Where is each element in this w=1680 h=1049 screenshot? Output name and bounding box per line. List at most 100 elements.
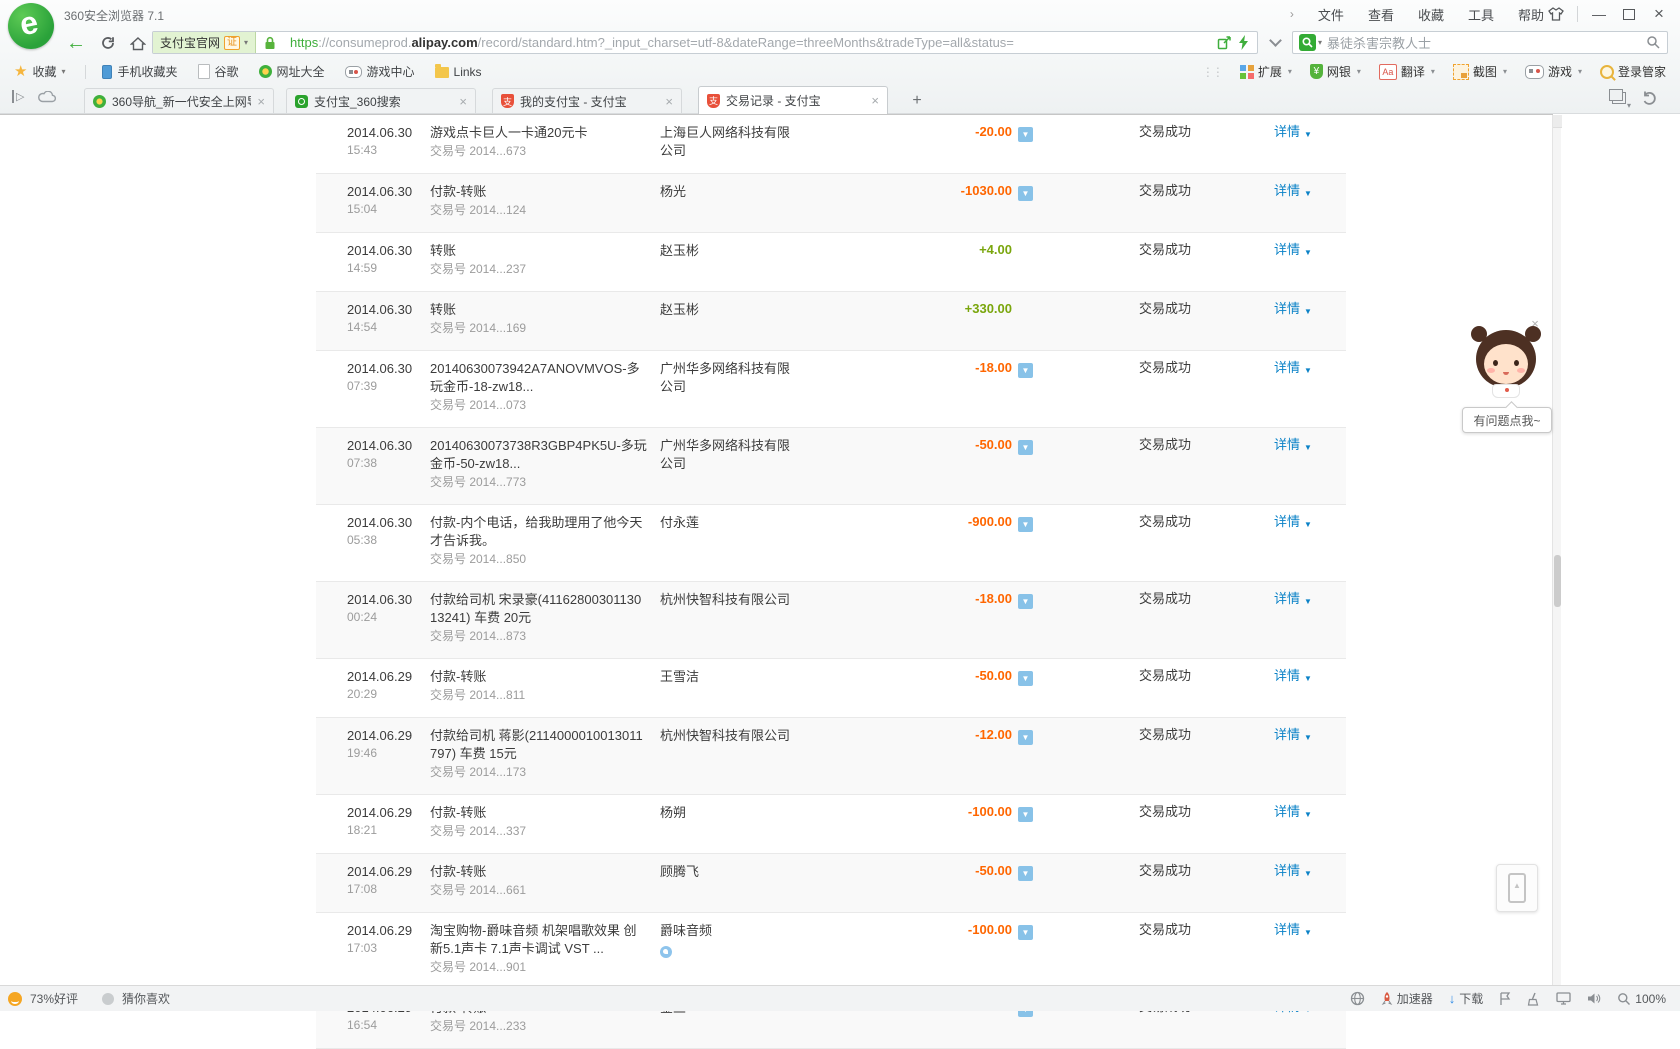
minimize-icon[interactable]: — xyxy=(1584,3,1614,25)
tab-close-icon[interactable]: × xyxy=(257,95,265,108)
scroll-up-button[interactable] xyxy=(1553,115,1562,128)
home-button[interactable] xyxy=(126,31,150,55)
share-icon[interactable] xyxy=(1217,35,1232,50)
rating-smiley-icon[interactable] xyxy=(8,991,22,1006)
accelerator-button[interactable]: 加速器 xyxy=(1381,990,1433,1007)
detail-link[interactable]: 详情 ▼ xyxy=(1274,727,1312,781)
browser-logo-icon[interactable] xyxy=(8,3,54,49)
detail-link[interactable]: 详情 ▼ xyxy=(1274,863,1312,899)
amount-dropdown-button[interactable]: ▼ xyxy=(1018,186,1033,201)
amount-dropdown-button[interactable]: ▼ xyxy=(1018,807,1033,822)
new-tab-button[interactable]: + xyxy=(905,91,929,111)
detail-link[interactable]: 详情 ▼ xyxy=(1274,360,1312,414)
detail-link[interactable]: 详情 ▼ xyxy=(1274,922,1312,976)
tab-close-icon[interactable]: × xyxy=(459,95,467,108)
search-icon[interactable] xyxy=(1646,35,1661,50)
cloud-icon[interactable] xyxy=(38,90,57,103)
reload-button[interactable] xyxy=(96,31,120,55)
wangwang-icon[interactable] xyxy=(660,946,672,958)
tab-close-icon[interactable]: × xyxy=(665,95,673,108)
close-icon[interactable]: × xyxy=(1644,3,1674,25)
site-identity-badge[interactable]: 支付宝官网 证 ▾ xyxy=(153,32,257,53)
search-engine-caret-icon[interactable]: ▾ xyxy=(1318,38,1322,47)
menu-tools[interactable]: 工具 xyxy=(1468,5,1494,24)
detail-link[interactable]: 详情 ▼ xyxy=(1274,591,1312,645)
report-button[interactable] xyxy=(1499,991,1511,1006)
mobile-widget-button[interactable] xyxy=(1496,864,1538,912)
back-button[interactable]: ← xyxy=(64,31,88,55)
address-bar[interactable]: 支付宝官网 证 ▾ https://consumeprod. alipay.com… xyxy=(152,31,1258,54)
panel-login-manager[interactable]: 登录管家 xyxy=(1599,63,1666,80)
tab-360-nav[interactable]: 360导航_新一代安全上网导航 × xyxy=(84,88,274,113)
mascot-tooltip[interactable]: 有问题点我~ xyxy=(1462,407,1552,433)
bank-shield-icon: ¥ xyxy=(1309,64,1323,79)
detail-link[interactable]: 详情 ▼ xyxy=(1274,437,1312,491)
status-right: 加速器 ↓ 下载 100% xyxy=(1350,990,1680,1007)
panel-games[interactable]: 游戏 ▾ xyxy=(1524,63,1582,80)
tab-close-icon[interactable]: × xyxy=(871,94,879,107)
panel-screenshot[interactable]: 截图 ▾ xyxy=(1452,63,1507,80)
scrollbar-thumb[interactable] xyxy=(1554,555,1561,607)
restore-tab-icon[interactable] xyxy=(1642,91,1658,105)
amount-dropdown-button[interactable]: ▼ xyxy=(1018,127,1033,142)
panel-online-banking[interactable]: ¥ 网银 ▾ xyxy=(1309,63,1361,80)
panel-translate[interactable]: Aa 翻译 ▾ xyxy=(1378,63,1435,80)
tab-360-search[interactable]: 支付宝_360搜索 × xyxy=(286,88,476,113)
gamepad-icon xyxy=(1524,64,1544,79)
search-input[interactable]: 暴徒杀害宗教人士 xyxy=(1327,33,1641,52)
display-mode-button[interactable] xyxy=(1556,992,1571,1005)
detail-link-label: 详情 xyxy=(1274,437,1301,452)
amount-dropdown-button[interactable]: ▼ xyxy=(1018,671,1033,686)
bookmark-site-directory[interactable]: 网址大全 xyxy=(258,63,325,80)
menu-file[interactable]: 文件 xyxy=(1318,5,1344,24)
row-date: 2014.06.30 xyxy=(347,515,413,530)
speaker-icon xyxy=(1588,993,1601,1004)
assistant-mascot[interactable] xyxy=(1471,326,1541,400)
bookmark-game-center[interactable]: 游戏中心 xyxy=(344,63,415,80)
suggest-label[interactable]: 猜你喜欢 xyxy=(122,990,170,1007)
zoom-control[interactable]: 100% xyxy=(1617,992,1666,1006)
tab-transaction-records[interactable]: 支 交易记录 - 支付宝 × xyxy=(698,86,888,114)
transaction-table: 2014.06.30 15:43 游戏点卡巨人一卡通20元卡 交易号 2014.… xyxy=(316,115,1346,1049)
detail-link[interactable]: 详情 ▼ xyxy=(1274,668,1312,704)
tab-my-alipay[interactable]: 支 我的支付宝 - 支付宝 × xyxy=(492,88,682,113)
menu-view[interactable]: 查看 xyxy=(1368,5,1394,24)
lightning-icon[interactable] xyxy=(1238,35,1249,50)
detail-link[interactable]: 详情 ▼ xyxy=(1274,124,1312,160)
amount-dropdown-button[interactable]: ▼ xyxy=(1018,594,1033,609)
search-engine-icon[interactable] xyxy=(1299,34,1316,51)
menu-favorites[interactable]: 收藏 xyxy=(1418,5,1444,24)
amount-dropdown-button[interactable]: ▼ xyxy=(1018,730,1033,745)
amount-dropdown-button[interactable]: ▼ xyxy=(1018,925,1033,940)
clean-button[interactable] xyxy=(1527,992,1540,1006)
amount-dropdown-button[interactable]: ▼ xyxy=(1018,440,1033,455)
mute-button[interactable] xyxy=(1587,992,1601,1005)
search-box[interactable]: ▾ 暴徒杀害宗教人士 xyxy=(1292,31,1668,54)
bookmark-mobile-favorites[interactable]: 手机收藏夹 xyxy=(102,63,178,80)
detail-link[interactable]: 详情 ▼ xyxy=(1274,242,1312,278)
suggest-icon[interactable] xyxy=(102,992,115,1005)
rating-label[interactable]: 73%好评 xyxy=(30,990,78,1007)
row-amount: -50.00 xyxy=(975,668,1012,683)
bookmark-links[interactable]: Links xyxy=(434,64,482,79)
sidebar-toggle-icon[interactable]: ▷ xyxy=(12,90,24,103)
detail-link[interactable]: 详情 ▼ xyxy=(1274,804,1312,840)
amount-dropdown-button[interactable]: ▼ xyxy=(1018,363,1033,378)
detail-link[interactable]: 详情 ▼ xyxy=(1274,183,1312,219)
panel-extensions[interactable]: 扩展 ▾ xyxy=(1239,63,1292,80)
download-button[interactable]: ↓ 下载 xyxy=(1449,990,1484,1007)
url-dropdown-button[interactable] xyxy=(1262,31,1288,54)
amount-dropdown-button[interactable]: ▼ xyxy=(1018,866,1033,881)
menu-expand-icon[interactable]: › xyxy=(1290,7,1294,21)
grip-handle[interactable]: ⋮⋮ xyxy=(1202,65,1224,79)
detail-link[interactable]: 详情 ▼ xyxy=(1274,301,1312,337)
bookmark-google[interactable]: 谷歌 xyxy=(197,63,239,80)
bookmark-favorites[interactable]: ★ 收藏 ▾ xyxy=(14,63,65,80)
tile-windows-icon[interactable] xyxy=(1609,89,1631,110)
maximize-icon[interactable] xyxy=(1614,3,1644,25)
amount-dropdown-button[interactable]: ▼ xyxy=(1018,517,1033,532)
detail-link[interactable]: 详情 ▼ xyxy=(1274,514,1312,568)
network-status-button[interactable] xyxy=(1350,991,1365,1006)
vertical-scrollbar[interactable] xyxy=(1552,115,1562,985)
skin-icon[interactable] xyxy=(1541,3,1571,25)
